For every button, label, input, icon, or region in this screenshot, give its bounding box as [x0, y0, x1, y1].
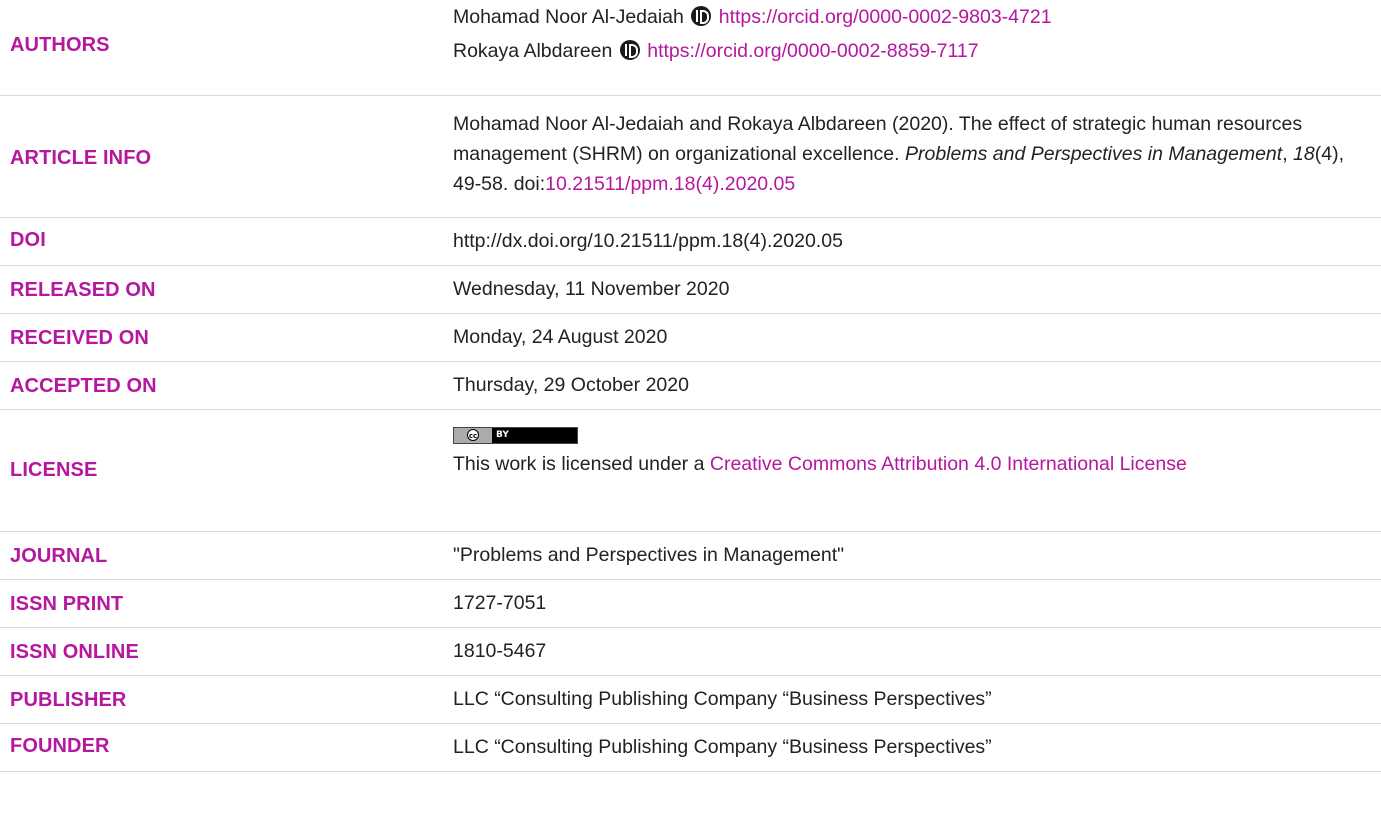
row-journal: JOURNAL "Problems and Perspectives in Ma…	[0, 531, 1381, 580]
author-name: Rokaya Albdareen	[453, 40, 613, 62]
doi-label: DOI	[10, 229, 46, 251]
row-authors: AUTHORS Mohamad Noor Al-Jedaiah https://…	[0, 0, 1381, 96]
publisher-label: PUBLISHER	[10, 689, 127, 711]
row-doi: DOI http://dx.doi.org/10.21511/ppm.18(4)…	[0, 217, 1381, 266]
issn-online-label: ISSN ONLINE	[10, 641, 139, 663]
row-issn-print: ISSN PRINT 1727-7051	[0, 579, 1381, 628]
publisher-value: LLC “Consulting Publishing Company “Busi…	[453, 688, 992, 710]
row-released-on: RELEASED ON Wednesday, 11 November 2020	[0, 265, 1381, 314]
founder-value: LLC “Consulting Publishing Company “Busi…	[453, 736, 992, 758]
license-prefix: This work is licensed under a	[453, 453, 710, 475]
received-on-value: Monday, 24 August 2020	[453, 326, 668, 348]
accepted-on-label: ACCEPTED ON	[10, 375, 157, 397]
row-received-on: RECEIVED ON Monday, 24 August 2020	[0, 313, 1381, 362]
license-text: This work is licensed under a Creative C…	[453, 449, 1363, 479]
author-orcid-link[interactable]: https://orcid.org/0000-0002-9803-4721	[719, 6, 1052, 28]
article-citation: Mohamad Noor Al-Jedaiah and Rokaya Albda…	[453, 109, 1363, 199]
cc-icon: cc	[454, 427, 492, 443]
author-orcid-link[interactable]: https://orcid.org/0000-0002-8859-7117	[647, 40, 978, 62]
row-issn-online: ISSN ONLINE 1810-5467	[0, 627, 1381, 676]
orcid-icon	[691, 6, 712, 26]
citation-journal: Problems and Perspectives in Management	[904, 143, 1283, 165]
received-on-label: RECEIVED ON	[10, 327, 149, 349]
orcid-icon	[619, 40, 640, 60]
doi-value: http://dx.doi.org/10.21511/ppm.18(4).202…	[453, 230, 843, 252]
row-bottom-space	[0, 771, 1381, 837]
citation-sep: ,	[1282, 143, 1294, 165]
article-info-label: ARTICLE INFO	[10, 147, 152, 169]
issn-print-value: 1727-7051	[453, 592, 547, 614]
citation-doi-link[interactable]: 10.21511/ppm.18(4).2020.05	[545, 173, 795, 195]
row-publisher: PUBLISHER LLC “Consulting Publishing Com…	[0, 675, 1381, 724]
issn-online-value: 1810-5467	[453, 640, 547, 662]
authors-list: Mohamad Noor Al-Jedaiah https://orcid.or…	[453, 2, 1363, 66]
license-link[interactable]: Creative Commons Attribution 4.0 Interna…	[710, 453, 1187, 475]
citation-volume: 18	[1293, 143, 1315, 165]
license-label: LICENSE	[10, 459, 98, 481]
row-article-info: ARTICLE INFO Mohamad Noor Al-Jedaiah and…	[0, 95, 1381, 218]
founder-label: FOUNDER	[10, 735, 110, 757]
author-item: Mohamad Noor Al-Jedaiah https://orcid.or…	[453, 2, 1363, 32]
license-value: cc BY This work is licensed under a Crea…	[453, 417, 1363, 479]
authors-label: AUTHORS	[10, 34, 110, 56]
author-item: Rokaya Albdareen https://orcid.org/0000-…	[453, 36, 1363, 66]
released-on-label: RELEASED ON	[10, 279, 156, 301]
author-name: Mohamad Noor Al-Jedaiah	[453, 6, 684, 28]
released-on-value: Wednesday, 11 November 2020	[453, 278, 730, 300]
row-founder: FOUNDER LLC “Consulting Publishing Compa…	[0, 723, 1381, 772]
row-accepted-on: ACCEPTED ON Thursday, 29 October 2020	[0, 361, 1381, 410]
by-label: BY	[496, 430, 509, 440]
journal-label: JOURNAL	[10, 545, 108, 567]
row-license: LICENSE cc BY This work is licensed unde…	[0, 409, 1381, 532]
cc-by-badge[interactable]: cc BY	[453, 426, 578, 444]
issn-print-label: ISSN PRINT	[10, 593, 124, 615]
journal-value: "Problems and Perspectives in Management…	[453, 544, 845, 566]
accepted-on-value: Thursday, 29 October 2020	[453, 374, 689, 396]
